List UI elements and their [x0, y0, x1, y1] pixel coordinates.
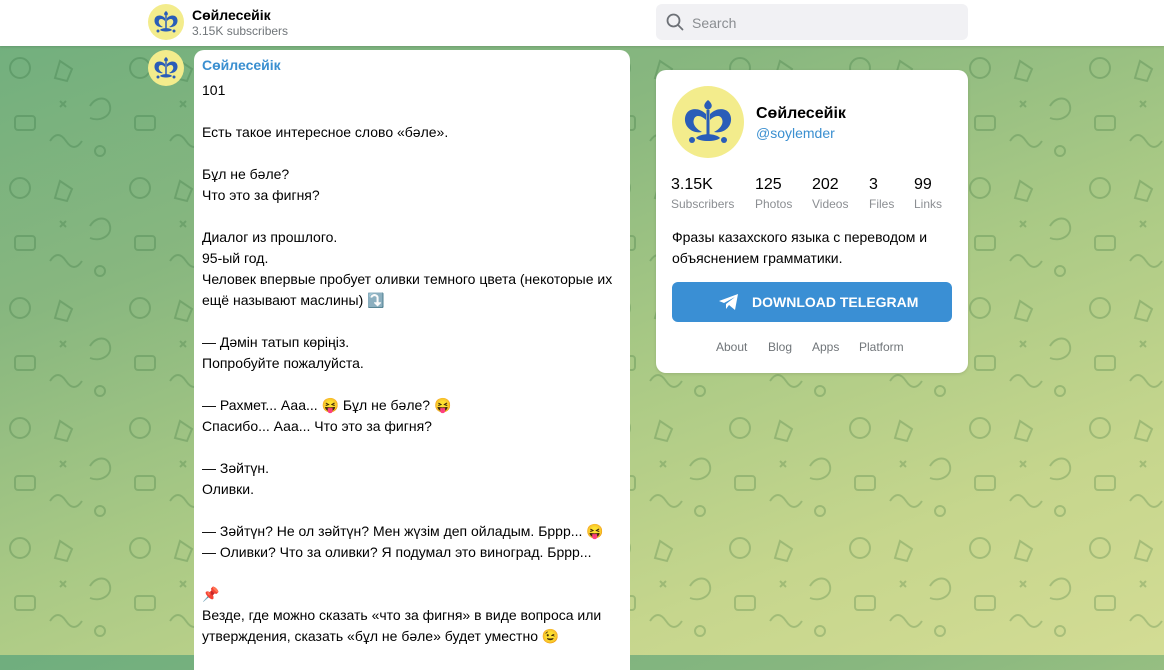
search-icon	[666, 13, 684, 31]
stat-label: Photos	[755, 197, 793, 211]
stat-value: 99	[914, 176, 932, 193]
post-author-name[interactable]: Сөйлесейік	[202, 57, 281, 73]
stat-value: 125	[755, 176, 782, 193]
header-channel-name[interactable]: Сөйлесейік	[192, 7, 271, 23]
channel-stats: 3.15K Subscribers 125 Photos 202 Videos …	[671, 176, 961, 212]
header-subscriber-count: 3.15K subscribers	[192, 24, 289, 38]
post-text: 101 Есть такое интересное слово «бәле». …	[202, 82, 613, 644]
channel-info-card: Сөйлесейік @soylemder 3.15K Subscribers …	[656, 70, 968, 373]
channel-post: Сөйлесейік 101 Есть такое интересное сло…	[194, 50, 630, 670]
stat-value: 202	[812, 176, 839, 193]
link-apps[interactable]: Apps	[812, 340, 839, 354]
footer-links: About Blog Apps Platform	[656, 340, 968, 356]
link-about[interactable]: About	[716, 340, 747, 354]
stat-links[interactable]: 99 Links	[914, 176, 942, 211]
stat-label: Videos	[812, 197, 849, 211]
stat-files[interactable]: 3 Files	[869, 176, 894, 211]
channel-description: Фразы казахского языка с переводом и объ…	[672, 229, 928, 266]
channel-logo-icon	[672, 86, 744, 158]
top-bar: Сөйлесейік 3.15K subscribers	[0, 0, 1164, 46]
card-channel-title: Сөйлесейік	[756, 105, 846, 122]
download-telegram-label: DOWNLOAD TELEGRAM	[752, 294, 919, 310]
link-blog[interactable]: Blog	[768, 340, 792, 354]
download-telegram-button[interactable]: DOWNLOAD TELEGRAM	[672, 282, 952, 322]
stat-label: Subscribers	[671, 197, 735, 211]
channel-logo-icon[interactable]	[148, 4, 184, 40]
stat-label: Files	[869, 197, 895, 211]
link-platform[interactable]: Platform	[859, 340, 904, 354]
search-input[interactable]	[690, 4, 964, 42]
stat-subscribers[interactable]: 3.15K Subscribers	[671, 176, 734, 211]
stat-videos[interactable]: 202 Videos	[812, 176, 848, 211]
stat-photos[interactable]: 125 Photos	[755, 176, 792, 211]
stat-value: 3	[869, 176, 878, 193]
search-box[interactable]	[656, 4, 968, 42]
post-author-avatar[interactable]	[148, 50, 184, 86]
stat-value: 3.15K	[671, 176, 713, 193]
stat-label: Links	[914, 197, 943, 211]
telegram-plane-icon	[719, 294, 738, 310]
channel-handle-link[interactable]: @soylemder	[756, 125, 835, 141]
